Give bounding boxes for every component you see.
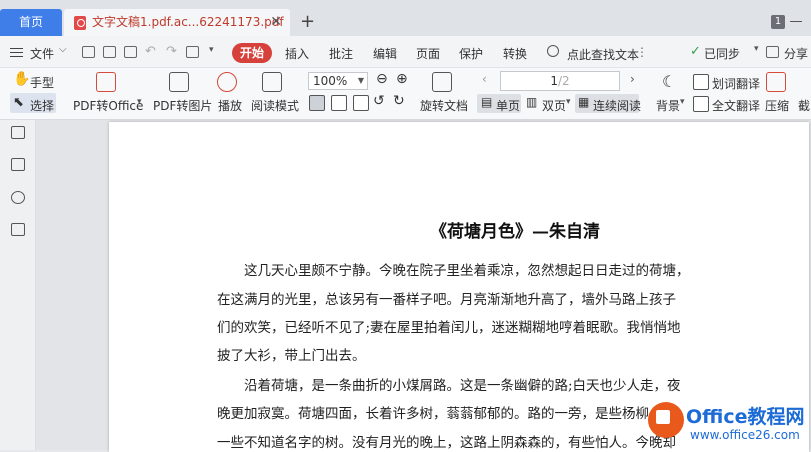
- compress-button[interactable]: 压缩: [765, 97, 789, 114]
- double-page-icon[interactable]: ▥: [526, 95, 537, 109]
- paragraph-line: 在这满月的光里，总该另有一番样子吧。月亮渐渐地升高了，墙外马路上孩子: [217, 292, 676, 308]
- search-icon[interactable]: [547, 45, 559, 57]
- sync-dropdown-icon[interactable]: ▾: [754, 44, 759, 54]
- file-menu[interactable]: 文件: [30, 45, 54, 62]
- page-number-input[interactable]: 1/2: [500, 71, 620, 91]
- close-tab-button[interactable]: ✕: [270, 9, 282, 36]
- image-icon: [169, 72, 189, 92]
- fit-width-icon[interactable]: [331, 95, 347, 111]
- menu-edit[interactable]: 编辑: [373, 45, 397, 62]
- zoom-out-icon[interactable]: ⊖: [376, 71, 388, 87]
- chevron-down-icon[interactable]: ⌵: [59, 44, 67, 55]
- document-title: 《荷塘月色》—朱自清: [430, 222, 600, 242]
- export-icon[interactable]: [186, 46, 199, 58]
- tab-document[interactable]: 文字文稿1.pdf.ac...62241173.pdf ✕: [64, 9, 290, 36]
- print-icon[interactable]: [124, 46, 137, 58]
- paragraph-line: 披了大衫，带上门出去。: [217, 348, 366, 364]
- zoom-dropdown-icon[interactable]: ▼: [358, 73, 364, 89]
- continuous-read-label: 连续阅读: [593, 99, 642, 113]
- next-page-icon[interactable]: ›: [630, 72, 635, 86]
- redo-icon[interactable]: ↷: [166, 44, 177, 59]
- menu-annotate[interactable]: 批注: [329, 45, 353, 62]
- read-mode-icon: [262, 72, 282, 92]
- double-page-button[interactable]: 双页: [542, 97, 566, 114]
- menu-page[interactable]: 页面: [416, 45, 440, 62]
- window-count-badge[interactable]: 1: [771, 15, 785, 29]
- hand-tool-button[interactable]: 手型: [30, 74, 54, 91]
- play-button[interactable]: 播放: [218, 97, 242, 114]
- pdf-to-image-button[interactable]: PDF转图片: [153, 97, 212, 114]
- watermark-url: www.office26.com: [690, 428, 800, 442]
- new-tab-button[interactable]: +: [300, 10, 315, 34]
- rotate-document-icon: [432, 72, 452, 92]
- minimize-icon[interactable]: [790, 21, 802, 22]
- site-watermark: Office教程网 www.office26.com: [648, 400, 811, 450]
- tab-document-title: 文字文稿1.pdf.ac...62241173.pdf: [92, 15, 284, 29]
- annotation-icon[interactable]: [11, 191, 25, 204]
- zoom-in-icon[interactable]: ⊕: [396, 71, 408, 87]
- paragraph-line: 晚更加寂寞。荷塘四面，长着许多树，蓊蓊郁郁的。路的一旁，是些杨柳，和: [217, 406, 676, 422]
- pdf-to-office-dropdown-icon[interactable]: ▾: [137, 97, 142, 107]
- rotate-right-icon[interactable]: ↻: [393, 93, 405, 109]
- current-page: 1: [550, 74, 558, 88]
- hamburger-icon[interactable]: [10, 48, 23, 57]
- background-moon-icon: ☾: [662, 72, 677, 91]
- menu-convert[interactable]: 转换: [503, 45, 527, 62]
- menu-start[interactable]: 开始: [232, 43, 272, 63]
- pdf-to-office-button[interactable]: PDF转Office: [73, 97, 143, 114]
- share-icon[interactable]: [766, 46, 779, 58]
- open-folder-icon[interactable]: [82, 46, 95, 58]
- watermark-logo: [648, 402, 684, 438]
- background-dropdown-icon[interactable]: ▾: [680, 97, 685, 107]
- paragraph-line: 这几天心里颇不宁静。今晚在院子里坐着乘凉，忽然想起日日走过的荷塘，: [217, 263, 690, 279]
- sync-status[interactable]: 已同步: [704, 45, 740, 62]
- total-pages: /2: [557, 74, 570, 88]
- outline-icon[interactable]: [11, 126, 25, 139]
- word-translate-button[interactable]: 划词翻译: [712, 75, 760, 92]
- hand-tool-icon: ✋: [13, 71, 31, 87]
- thumbnail-icon[interactable]: [11, 158, 25, 171]
- zoom-select[interactable]: 100% ▼: [308, 72, 368, 90]
- background-button[interactable]: 背景: [656, 97, 680, 114]
- read-mode-button[interactable]: 阅读模式: [251, 97, 299, 114]
- rotate-left-icon[interactable]: ↺: [373, 93, 385, 109]
- full-translate-button[interactable]: 全文翻译: [712, 97, 760, 114]
- double-page-dropdown-icon[interactable]: ▾: [566, 97, 571, 107]
- select-tool-label: 选择: [30, 99, 55, 113]
- tab-home[interactable]: 首页: [0, 9, 62, 36]
- prev-page-icon[interactable]: ‹: [482, 72, 487, 86]
- zoom-value: 100%: [313, 74, 348, 88]
- compress-icon: [766, 72, 786, 92]
- menu-protect[interactable]: 保护: [459, 45, 483, 62]
- paragraph-line: 沿着荷塘，是一条曲折的小煤屑路。这是一条幽僻的路;白天也少人走，夜: [217, 378, 681, 394]
- save-icon[interactable]: [103, 46, 116, 58]
- paragraph-line: 们的欢笑，已经听不见了;妻在屋里拍着闰儿，迷迷糊糊地哼着眠歌。我悄悄地: [217, 320, 681, 336]
- signature-icon[interactable]: [11, 223, 25, 236]
- paragraph-line: 一些不知道名字的树。没有月光的晚上，这路上阴森森的，有些怕人。今晚却: [217, 435, 676, 451]
- screenshot-button[interactable]: 截: [798, 97, 810, 114]
- pdf-to-office-icon: [96, 72, 116, 92]
- word-translate-icon: [693, 74, 709, 90]
- play-icon: [217, 72, 237, 92]
- single-page-icon: ▤: [481, 95, 493, 109]
- continuous-read-icon: ▦: [578, 95, 590, 109]
- menu-insert[interactable]: 插入: [285, 45, 309, 62]
- pdf-file-icon: [74, 16, 86, 30]
- customize-quick-access-icon[interactable]: ▾: [209, 45, 214, 55]
- full-translate-icon: [693, 96, 709, 112]
- share-button[interactable]: 分享: [784, 45, 808, 62]
- single-page-label: 单页: [496, 99, 521, 113]
- more-options-icon[interactable]: ⋮: [636, 45, 648, 59]
- cursor-icon: ⬉: [13, 95, 24, 110]
- search-text-button[interactable]: 点此查找文本: [567, 46, 639, 63]
- fit-page-icon[interactable]: [309, 95, 325, 111]
- rotate-document-button[interactable]: 旋转文档: [420, 97, 468, 114]
- actual-size-icon[interactable]: [353, 95, 369, 111]
- watermark-brand: Office教程网: [686, 406, 805, 428]
- sync-status-icon: ✓: [690, 44, 701, 59]
- undo-icon[interactable]: ↶: [145, 44, 156, 59]
